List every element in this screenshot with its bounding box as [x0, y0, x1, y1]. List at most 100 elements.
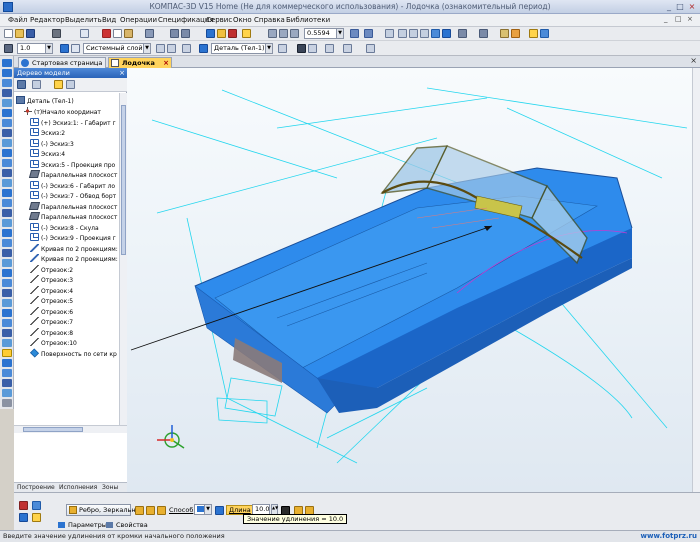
format-icon[interactable] — [366, 44, 375, 53]
tree-horizontal-scrollbar[interactable] — [14, 425, 127, 433]
stop-icon[interactable] — [228, 29, 237, 38]
tab-start-page[interactable]: Стартовая страница — [18, 57, 106, 68]
close-doc-icon[interactable]: × — [690, 56, 697, 65]
layer-list-icon[interactable] — [182, 44, 191, 53]
scroll-thumb[interactable] — [23, 427, 83, 432]
copy-icon[interactable] — [113, 29, 122, 38]
report-icon[interactable] — [2, 259, 12, 267]
measure-icon[interactable] — [2, 239, 12, 247]
tree-vertical-scrollbar[interactable] — [119, 93, 127, 425]
style-icon[interactable] — [343, 44, 352, 53]
tree-item[interactable]: Кривая по 2 проекциям: — [30, 254, 118, 264]
surface-icon[interactable] — [2, 109, 12, 117]
optics-icon[interactable] — [308, 44, 317, 53]
tree-item[interactable]: (-) Эскиз:6 - Габарит ло — [30, 180, 115, 191]
stop-command-icon[interactable] — [19, 501, 28, 510]
layer-state-icon[interactable] — [71, 44, 80, 53]
mdi-restore-button[interactable]: □ — [675, 15, 682, 23]
tree-filter-icon[interactable] — [54, 80, 63, 89]
detail-settings-icon[interactable] — [278, 44, 287, 53]
part-icon[interactable] — [199, 44, 208, 53]
paste-icon[interactable] — [124, 29, 133, 38]
rotate-icon[interactable] — [350, 29, 359, 38]
ruled-surface-icon[interactable] — [2, 369, 12, 377]
tab-properties[interactable]: Свойства — [106, 521, 148, 529]
extend-both-icon[interactable] — [157, 506, 166, 515]
chevron-down-icon[interactable]: ▼ — [45, 44, 52, 53]
tree-item[interactable]: Поверхность по сети кр — [29, 347, 117, 359]
zoom-in-icon[interactable] — [268, 29, 277, 38]
tree-mode-icon[interactable] — [17, 80, 26, 89]
library-icon[interactable] — [511, 29, 520, 38]
shaded-icon[interactable] — [431, 29, 440, 38]
cut-icon[interactable] — [102, 29, 111, 38]
plane-icon[interactable] — [2, 189, 12, 197]
extend-surface-icon[interactable] — [2, 309, 12, 317]
thin-lines-icon[interactable] — [420, 29, 429, 38]
mdi-close-button[interactable]: × — [687, 15, 693, 23]
create-object-icon[interactable] — [19, 513, 28, 522]
shell-icon[interactable] — [2, 139, 12, 147]
perspective-icon[interactable] — [458, 29, 467, 38]
hidden-lines-icon[interactable] — [409, 29, 418, 38]
extrude-icon[interactable] — [2, 69, 12, 77]
layers-icon[interactable] — [60, 44, 69, 53]
minimize-button[interactable]: _ — [664, 2, 674, 12]
extend-start-icon[interactable] — [135, 506, 144, 515]
sweep-icon[interactable] — [2, 89, 12, 97]
sheet-metal-icon[interactable] — [2, 269, 12, 277]
tree-item[interactable]: Отрезок:6 — [30, 306, 73, 317]
tree-item[interactable]: Параллельная плоскост — [28, 201, 117, 212]
tab-zones[interactable]: Зоны — [102, 484, 118, 491]
menu-window[interactable]: Окно — [233, 16, 252, 24]
hole-icon[interactable] — [2, 159, 12, 167]
layer-next-icon[interactable] — [167, 44, 176, 53]
snap-icon[interactable] — [500, 29, 509, 38]
chevron-down-icon[interactable]: ▼ — [204, 505, 211, 514]
trim-surface-icon[interactable] — [2, 299, 12, 307]
tree-item[interactable]: Кривая по 2 проекциям: — [30, 243, 118, 254]
revolve-icon[interactable] — [2, 79, 12, 87]
close-tab-icon[interactable]: × — [163, 58, 169, 68]
tab-lodochka[interactable]: Лодочка × — [108, 57, 172, 68]
tree-item[interactable]: Отрезок:4 — [30, 285, 73, 296]
new-document-icon[interactable] — [4, 29, 13, 38]
loft-icon[interactable] — [2, 99, 12, 107]
materials-icon[interactable] — [540, 29, 549, 38]
chamfer-icon[interactable] — [2, 129, 12, 137]
tree-expand-icon[interactable] — [66, 80, 75, 89]
menu-libraries[interactable]: Библиотеки — [286, 16, 330, 24]
curve-icon[interactable] — [2, 209, 12, 217]
tree-item[interactable]: (+) Эскиз:1: - Габарит г — [30, 117, 116, 128]
viewport-scrollbar[interactable] — [692, 68, 700, 492]
tree-item[interactable]: (-) Эскиз:9 - Проекция г — [30, 233, 116, 243]
axis-icon[interactable] — [2, 199, 12, 207]
line-style-icon[interactable] — [4, 44, 13, 53]
chevron-down-icon[interactable]: ▼ — [336, 29, 343, 38]
tree-item[interactable]: Отрезок:8 — [30, 327, 73, 338]
edge-mirror-button[interactable]: Ребро, Зеркальн — [66, 504, 136, 516]
view-orientation-icon[interactable] — [385, 29, 394, 38]
boundary-surface-icon[interactable] — [2, 389, 12, 397]
menu-editor[interactable]: Редактор — [30, 16, 65, 24]
tree-root[interactable]: Деталь (Тел-1) — [16, 96, 74, 106]
chevron-down-icon[interactable]: ▼ — [143, 44, 150, 53]
maximize-button[interactable]: □ — [675, 2, 685, 12]
extend-end-icon[interactable] — [146, 506, 155, 515]
layer-prev-icon[interactable] — [156, 44, 165, 53]
menu-view[interactable]: Вид — [102, 16, 116, 24]
model-viewport[interactable] — [127, 68, 700, 492]
tab-versions[interactable]: Исполнения — [59, 484, 97, 491]
tree-item[interactable]: Эскиз:2 — [30, 128, 65, 138]
zoom-window-icon[interactable] — [279, 29, 288, 38]
redo-icon[interactable] — [181, 29, 190, 38]
patch-icon[interactable] — [2, 329, 12, 337]
filter-icon[interactable] — [479, 29, 488, 38]
spec-icon[interactable] — [2, 249, 12, 257]
tree-item[interactable]: Отрезок:7 — [30, 317, 73, 327]
print-icon[interactable] — [52, 29, 61, 38]
menu-service[interactable]: Сервис — [206, 16, 232, 24]
pan-icon[interactable] — [364, 29, 373, 38]
rib-icon[interactable] — [2, 149, 12, 157]
manager-icon[interactable] — [206, 29, 215, 38]
